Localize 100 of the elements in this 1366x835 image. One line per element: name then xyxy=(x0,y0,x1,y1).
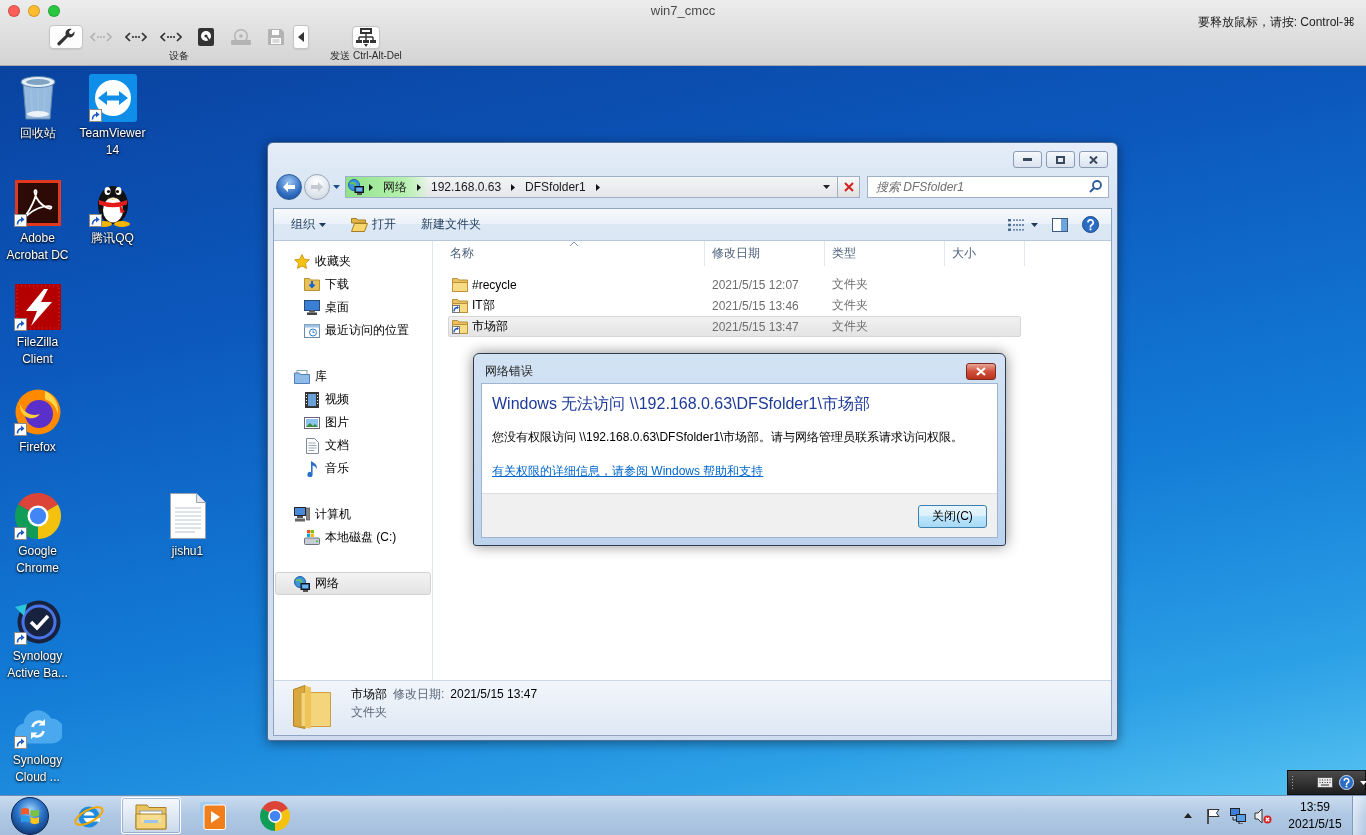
maximize-button[interactable] xyxy=(1046,151,1075,168)
nav-item[interactable]: 网络 xyxy=(275,572,431,595)
modified-date: 2021/5/15 13:46 xyxy=(712,298,799,313)
dialog-title: 网络错误 xyxy=(485,363,533,380)
breadcrumb-arrow-icon xyxy=(369,183,373,191)
tricolor-circle-icon xyxy=(14,493,61,539)
nav-item[interactable]: 最近访问的位置 xyxy=(275,319,431,342)
collapse-button[interactable] xyxy=(293,25,309,49)
breadcrumb-item[interactable]: 192.168.0.63 xyxy=(426,177,507,197)
play-tile-icon xyxy=(200,801,226,830)
nav-item[interactable]: 本地磁盘 (C:) xyxy=(275,526,431,549)
nav-item[interactable]: 视频 xyxy=(275,388,431,411)
nav-item[interactable]: 下载 xyxy=(275,273,431,296)
breadcrumb-item[interactable]: DFSfolder1 xyxy=(520,177,591,197)
address-bar[interactable]: 网络 192.168.0.63 DFSfolder1 xyxy=(345,176,837,198)
folder-icon xyxy=(452,277,468,292)
icon-label[interactable]: Synology Cloud ... xyxy=(0,752,75,786)
caret-icon xyxy=(298,32,304,42)
file-row[interactable]: #recycle 2021/5/15 12:07 文件夹 xyxy=(448,274,1021,295)
column-header[interactable]: 修改日期 xyxy=(705,241,825,266)
nav-item[interactable]: 音乐 xyxy=(275,457,431,480)
close-button[interactable]: 关闭(C) xyxy=(918,505,987,528)
nav-item[interactable]: 图片 xyxy=(275,411,431,434)
nav-item[interactable]: 库 xyxy=(275,365,431,388)
double-arrow-tile-icon xyxy=(88,74,137,122)
tricolor-circle-icon xyxy=(260,800,290,831)
large-folder-icon xyxy=(293,685,331,729)
details-value: 2021/5/15 13:47 xyxy=(450,686,538,703)
picture-icon xyxy=(304,416,320,429)
nav-item[interactable]: 计算机 xyxy=(275,503,431,526)
window-title: win7_cmcc xyxy=(650,2,716,20)
caret-icon xyxy=(822,185,830,189)
column-header[interactable]: 大小 xyxy=(945,241,1025,266)
hard-drive-icon xyxy=(304,530,320,545)
file-row[interactable]: IT部 2021/5/15 13:46 文件夹 xyxy=(448,295,1021,316)
column-header[interactable]: 类型 xyxy=(825,241,945,266)
icon-label[interactable]: Firefox xyxy=(19,438,56,456)
file-name: #recycle xyxy=(472,277,517,292)
wrench-icon xyxy=(57,28,75,46)
maximize-icon xyxy=(1056,155,1065,164)
icon-label[interactable]: Synology Active Ba... xyxy=(0,647,75,682)
ctrl-alt-del-button[interactable] xyxy=(352,25,380,49)
folder-open-icon xyxy=(351,217,368,232)
column-header[interactable]: 名称 xyxy=(443,241,705,266)
command-button[interactable]: 打开 xyxy=(343,212,404,237)
left-arrow-icon xyxy=(283,182,295,192)
icon-label[interactable]: 回收站 xyxy=(19,125,56,142)
details-name: 市场部 xyxy=(351,686,387,703)
document-icon xyxy=(305,437,319,454)
swoosh-tile-icon xyxy=(14,179,61,226)
swirl-globe-icon xyxy=(14,388,61,435)
nav-item[interactable]: 文档 xyxy=(275,434,431,457)
command-button[interactable]: 新建文件夹 xyxy=(413,212,489,237)
icon-label[interactable]: FileZilla Client xyxy=(0,334,75,368)
download-folder-icon xyxy=(304,278,320,291)
right-arrow-icon xyxy=(311,182,323,192)
back-button[interactable] xyxy=(276,174,302,200)
modified-date: 2021/5/15 13:47 xyxy=(712,319,799,334)
dialog-heading: Windows 无法访问 \\192.168.0.63\DFSfolder1\市场部 xyxy=(492,394,871,414)
icon-label[interactable]: Google Chrome xyxy=(0,543,75,577)
file-type: 文件夹 xyxy=(832,298,868,312)
settings-button[interactable] xyxy=(49,25,83,49)
command-button[interactable]: 组织 xyxy=(283,212,334,237)
taskbar-button[interactable] xyxy=(121,797,181,834)
file-name: 市场部 xyxy=(472,318,508,335)
window-close-button[interactable] xyxy=(966,363,996,380)
caret-icon xyxy=(319,222,326,227)
breadcrumb-item[interactable]: 网络 xyxy=(378,177,412,197)
toolbar-label: 发送 Ctrl-Alt-Del xyxy=(330,50,402,62)
connection-icon xyxy=(159,32,182,42)
window-close-button[interactable] xyxy=(1079,151,1108,168)
nav-item[interactable]: 桌面 xyxy=(275,296,431,319)
details-label: 修改日期: xyxy=(393,686,445,703)
caret-icon xyxy=(1360,780,1366,785)
icon-label[interactable]: jishu1 xyxy=(171,543,204,560)
modified-date: 2021/5/15 12:07 xyxy=(712,277,799,292)
icon-label[interactable]: 腾讯QQ xyxy=(91,229,134,247)
minimize-icon xyxy=(1023,158,1032,161)
stop-button[interactable] xyxy=(837,176,860,198)
details-type: 文件夹 xyxy=(351,704,387,721)
error-message: 您没有权限访问 \\192.168.0.63\DFSfolder1\市场部。请与网络管理员联系请求访问权限。 xyxy=(492,429,965,446)
help-link[interactable]: 有关权限的详细信息，请参阅 Windows 帮助和支持 xyxy=(492,462,764,480)
folder-shortcut-icon xyxy=(452,319,468,334)
film-icon xyxy=(305,391,319,408)
help-button[interactable] xyxy=(1339,772,1354,793)
connection-icon xyxy=(89,32,112,42)
close-icon xyxy=(1089,155,1098,164)
zoom-button[interactable] xyxy=(48,5,60,17)
search-field[interactable]: 搜索 DFSfolder1 xyxy=(867,176,1109,198)
breadcrumb-arrow-icon xyxy=(417,183,421,191)
flag-icon xyxy=(1205,807,1220,824)
icon-label[interactable]: Adobe Acrobat DC xyxy=(0,229,75,264)
nav-item[interactable]: 收藏夹 xyxy=(275,250,431,273)
close-button[interactable] xyxy=(8,5,20,17)
preview-pane-icon xyxy=(1052,217,1068,232)
icon-label[interactable]: TeamViewer 14 xyxy=(75,125,150,159)
file-row[interactable]: 市场部 2021/5/15 13:47 文件夹 xyxy=(448,316,1021,337)
help-icon xyxy=(1339,775,1354,790)
minimize-button[interactable] xyxy=(1013,151,1042,168)
breadcrumb-arrow-icon xyxy=(595,183,600,191)
